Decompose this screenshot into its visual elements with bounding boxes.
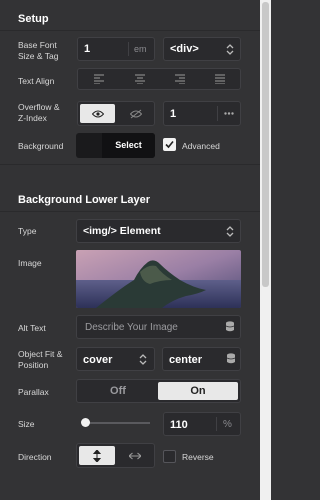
align-center-icon[interactable]	[135, 74, 145, 84]
parallax-toggle: Off On	[76, 379, 241, 403]
eye-slash-icon	[129, 109, 142, 119]
overflow-group	[77, 101, 155, 126]
object-fit-select[interactable]: cover	[76, 347, 155, 371]
object-fit-label: Object Fit & Position	[18, 349, 63, 370]
object-position-input[interactable]: center	[162, 347, 241, 371]
eye-icon	[91, 110, 104, 118]
direction-label: Direction	[18, 452, 52, 462]
ellipsis-icon[interactable]	[224, 112, 234, 115]
type-value: <img/> Element	[83, 225, 161, 237]
section-divider	[0, 164, 260, 165]
type-select[interactable]: <img/> Element	[76, 219, 241, 243]
text-align-label: Text Align	[18, 76, 55, 86]
field-divider	[217, 106, 218, 121]
direction-vertical-button[interactable]	[79, 446, 115, 465]
scrollbar-thumb[interactable]	[262, 2, 269, 287]
size-slider-thumb[interactable]	[81, 418, 91, 427]
align-right-icon[interactable]	[175, 74, 185, 84]
size-unit: %	[223, 419, 232, 430]
chevron-updown-icon	[139, 354, 147, 365]
background-label: Background	[18, 141, 64, 151]
font-size-unit: em	[134, 44, 147, 54]
font-size-input[interactable]: 1 em	[77, 37, 155, 61]
image-preview[interactable]	[76, 250, 241, 308]
advanced-checkbox[interactable]	[163, 138, 176, 151]
chevron-updown-icon	[226, 226, 234, 237]
checkmark-icon	[165, 140, 174, 149]
object-position-value: center	[169, 354, 203, 366]
section-divider	[0, 211, 260, 212]
landscape-island-image	[76, 250, 241, 308]
parallax-on-button[interactable]: On	[158, 382, 238, 400]
direction-group	[76, 443, 155, 468]
tag-value: <div>	[170, 43, 199, 55]
horizontal-arrows-icon	[129, 452, 141, 460]
advanced-label: Advanced	[182, 141, 220, 151]
size-value: 110	[170, 419, 188, 431]
align-left-icon[interactable]	[94, 74, 104, 84]
direction-horizontal-button[interactable]	[117, 446, 153, 465]
alt-text-input[interactable]: Describe Your Image	[76, 315, 241, 339]
lower-layer-title: Background Lower Layer	[18, 194, 151, 206]
section-divider	[0, 30, 260, 31]
select-label: Select	[115, 140, 142, 150]
image-label: Image	[18, 258, 42, 268]
database-icon[interactable]	[225, 321, 235, 332]
setup-title: Setup	[18, 13, 49, 25]
field-divider	[128, 42, 129, 56]
overflow-visible-button[interactable]	[80, 104, 115, 123]
z-index-input[interactable]: 1	[163, 101, 241, 126]
font-size-value: 1	[84, 43, 91, 55]
settings-panel: Setup Base Font Size & Tag 1 em <div> Te…	[0, 0, 260, 500]
vertical-arrows-icon	[93, 449, 101, 462]
align-justify-icon[interactable]	[215, 74, 225, 84]
chevron-updown-icon	[226, 44, 234, 55]
font-size-label: Base Font Size & Tag	[18, 40, 59, 61]
parallax-off-button[interactable]: Off	[79, 382, 157, 400]
scrollbar[interactable]	[260, 0, 271, 500]
object-fit-value: cover	[83, 354, 113, 366]
reverse-checkbox[interactable]	[163, 450, 176, 463]
tag-select[interactable]: <div>	[163, 37, 241, 61]
z-index-value: 1	[170, 108, 177, 120]
alt-text-placeholder: Describe Your Image	[85, 322, 178, 333]
parallax-label: Parallax	[18, 387, 49, 397]
alt-text-label: Alt Text	[18, 323, 46, 333]
overflow-label: Overflow & Z-Index	[18, 102, 60, 123]
field-divider	[216, 417, 217, 431]
database-icon[interactable]	[226, 353, 236, 364]
background-select-button[interactable]: Select	[102, 133, 155, 158]
reverse-label: Reverse	[182, 452, 214, 462]
text-align-group	[77, 68, 241, 90]
overflow-hidden-button[interactable]	[118, 104, 153, 123]
background-field: Select	[76, 133, 155, 158]
size-slider-track[interactable]	[82, 422, 150, 424]
size-input[interactable]: 110 %	[163, 412, 241, 436]
size-label: Size	[18, 419, 35, 429]
type-label: Type	[18, 226, 37, 236]
